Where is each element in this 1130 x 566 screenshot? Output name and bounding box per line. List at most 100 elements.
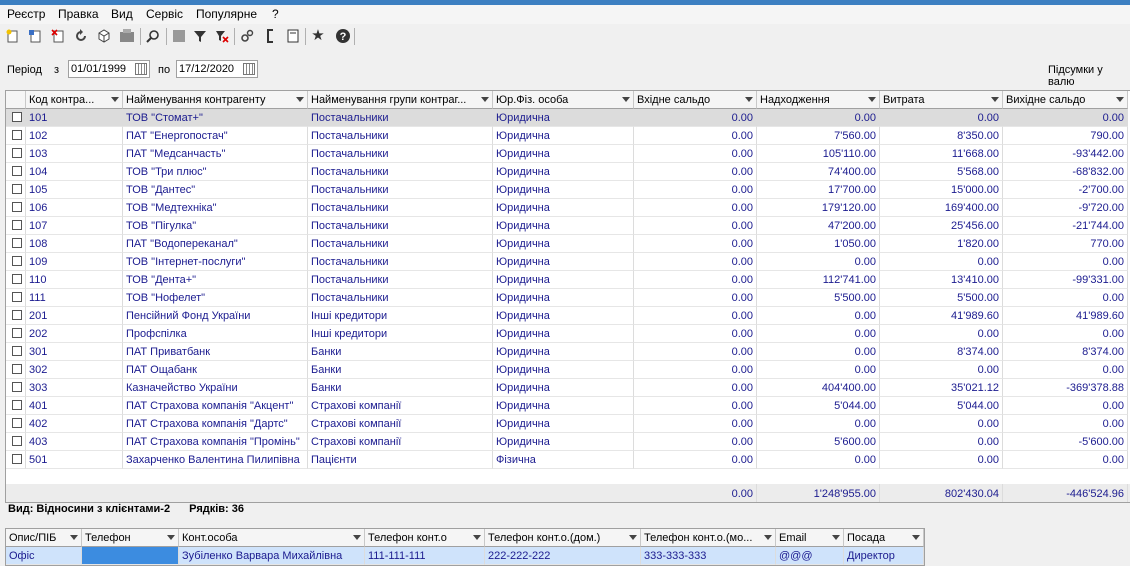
menu-popular[interactable]: Популярне [196,7,257,21]
row-checkbox[interactable] [12,202,22,212]
header-column-income[interactable]: Надходження [757,91,880,109]
row-checkbox[interactable] [12,418,22,428]
row-checkbox[interactable] [12,184,22,194]
row-checkbox[interactable] [12,400,22,410]
table-row[interactable]: 302 ПАТ Ощабанк Банки Юридична 0.00 0.00 0.00 0… [6,361,1130,379]
sort-arrow-icon[interactable] [353,535,361,540]
header-column-email[interactable]: Email [776,529,844,547]
header-column-type[interactable]: Юр.Фіз. особа [493,91,634,109]
table-row[interactable]: 301 ПАТ Приватбанк Банки Юридична 0.00 0.00 8'… [6,343,1130,361]
row-checkbox[interactable] [12,382,22,392]
sort-arrow-icon[interactable] [991,97,999,102]
table-row[interactable]: 202 Профспілка Інші кредитори Юридична 0.00 0… [6,325,1130,343]
package-icon[interactable] [95,27,113,45]
table-row[interactable]: 102 ПАТ "Енергопостач" Постачальники Юридич… [6,127,1130,145]
bracket-icon[interactable] [262,27,280,45]
menu-service[interactable]: Сервіс [146,7,183,21]
row-checkbox[interactable] [12,166,22,176]
table-row[interactable]: 201 Пенсійний Фонд України Інші кредитори Ю… [6,307,1130,325]
row-checkbox[interactable] [12,454,22,464]
header-column-opening-balance[interactable]: Вхідне сальдо [634,91,757,109]
header-column-contact-phone-mobile[interactable]: Телефон конт.о.(мо... [641,529,776,547]
sort-arrow-icon[interactable] [912,535,920,540]
header-column-contact-person[interactable]: Конт.особа [179,529,365,547]
menu-registry[interactable]: Реєстр [7,7,45,21]
row-checkbox[interactable] [12,130,22,140]
row-checkbox[interactable] [12,274,22,284]
sort-arrow-icon[interactable] [764,535,772,540]
document-icon[interactable] [284,27,302,45]
help-icon[interactable]: ? [334,27,352,45]
header-column-contact-phone-home[interactable]: Телефон конт.о.(дом.) [485,529,641,547]
header-column-phone[interactable]: Телефон [82,529,179,547]
search-icon[interactable] [144,27,162,45]
header-column-description[interactable]: Опис/ПІБ [6,529,82,547]
settings-icon[interactable] [238,27,256,45]
table-row[interactable]: 105 ТОВ "Дантес" Постачальники Юридична 0.00… [6,181,1130,199]
block-icon[interactable] [170,27,188,45]
header-column-group[interactable]: Найменування групи контраг... [308,91,493,109]
refresh-icon[interactable] [72,27,90,45]
table-row[interactable]: 403 ПАТ Страхова компанія "Промінь" Страхо… [6,433,1130,451]
row-checkbox[interactable] [12,364,22,374]
sort-arrow-icon[interactable] [745,97,753,102]
sort-arrow-icon[interactable] [70,535,78,540]
table-row[interactable]: 104 ТОВ "Три плюс" Постачальники Юридична 0.… [6,163,1130,181]
menu-help[interactable]: ? [272,7,279,21]
sort-arrow-icon[interactable] [629,535,637,540]
row-checkbox[interactable] [12,112,22,122]
sort-arrow-icon[interactable] [622,97,630,102]
sort-arrow-icon[interactable] [111,97,119,102]
header-column-position[interactable]: Посада [844,529,924,547]
row-checkbox[interactable] [12,256,22,266]
table-row[interactable]: 402 ПАТ Страхова компанія "Дартс" Страхові… [6,415,1130,433]
header-column-expense[interactable]: Витрата [880,91,1003,109]
header-column-name[interactable]: Найменування контрагенту [123,91,308,109]
row-checkbox[interactable] [12,292,22,302]
header-label: Телефон конт.о.(мо... [644,532,753,544]
table-row[interactable]: 108 ПАТ "Водопереканал" Постачальники Юриди… [6,235,1130,253]
sort-arrow-icon[interactable] [296,97,304,102]
table-row[interactable]: 111 ТОВ "Нофелет" Постачальники Юридична 0.0… [6,289,1130,307]
sort-arrow-icon[interactable] [481,97,489,102]
sort-arrow-icon[interactable] [868,97,876,102]
date-from-field[interactable]: 01/01/1999 [68,60,150,78]
sort-arrow-icon[interactable] [167,535,175,540]
copy-doc-icon[interactable] [26,27,44,45]
table-row[interactable]: 109 ТОВ "Інтернет-послуги" Постачальники Юр… [6,253,1130,271]
table-row[interactable]: 107 ТОВ "Пігулка" Постачальники Юридична 0.0… [6,217,1130,235]
sort-arrow-icon[interactable] [832,535,840,540]
table-row[interactable]: 101 ТОВ "Стомат+" Постачальники Юридична 0.0… [6,109,1130,127]
calendar-icon[interactable] [135,63,147,75]
clear-filter-icon[interactable] [213,27,231,45]
row-checkbox[interactable] [12,148,22,158]
row-checkbox[interactable] [12,238,22,248]
table-row[interactable]: 110 ТОВ "Дента+" Постачальники Юридична 0.00… [6,271,1130,289]
row-checkbox[interactable] [12,220,22,230]
delete-doc-icon[interactable] [49,27,67,45]
cell-text: 0.00 [854,364,876,376]
row-checkbox[interactable] [12,436,22,446]
row-checkbox[interactable] [12,346,22,356]
sort-arrow-icon[interactable] [1116,97,1124,102]
filter-icon[interactable] [191,27,209,45]
contact-row[interactable]: Офіс Зубіленко Варвара Михайлівна 111-111-… [6,547,924,565]
print-icon[interactable] [118,27,136,45]
row-checkbox[interactable] [12,310,22,320]
date-to-field[interactable]: 17/12/2020 [176,60,258,78]
table-row[interactable]: 106 ТОВ "Медтехніка" Постачальники Юридична… [6,199,1130,217]
header-column-contact-phone[interactable]: Телефон конт.о [365,529,485,547]
header-column-closing-balance[interactable]: Вихідне сальдо [1003,91,1128,109]
star-icon[interactable]: ★ [309,27,327,45]
sort-arrow-icon[interactable] [473,535,481,540]
table-row[interactable]: 103 ПАТ "Медсанчасть" Постачальники Юридичн… [6,145,1130,163]
table-row[interactable]: 401 ПАТ Страхова компанія "Акцент" Страхов… [6,397,1130,415]
table-row[interactable]: 501 Захарченко Валентина Пилипівна Пацієнт… [6,451,1130,469]
table-row[interactable]: 303 Казначейство України Банки Юридична 0.00… [6,379,1130,397]
calendar-icon[interactable] [243,63,255,75]
menu-edit[interactable]: Правка [58,7,99,21]
new-doc-icon[interactable] [3,27,21,45]
menu-view[interactable]: Вид [111,7,133,21]
header-column-code[interactable]: Код контра... [26,91,123,109]
row-checkbox[interactable] [12,328,22,338]
